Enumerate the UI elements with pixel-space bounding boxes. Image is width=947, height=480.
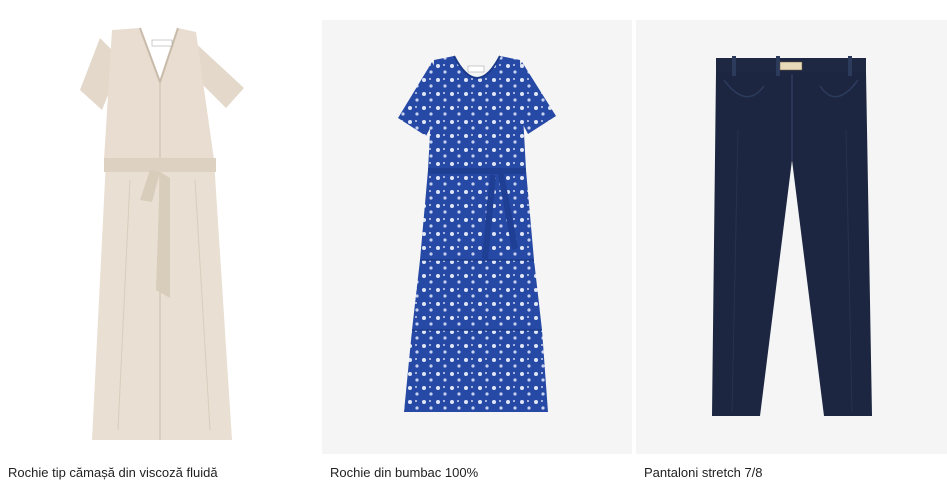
product-card[interactable]: Rochie din bumbac 100% [322, 0, 632, 480]
product-name[interactable]: Rochie tip cămașă din viscoză fluidă [8, 465, 218, 480]
product-card[interactable]: Rochie tip cămașă din viscoză fluidă [0, 0, 312, 480]
product-card[interactable]: Pantaloni stretch 7/8 [636, 0, 947, 480]
product-name[interactable]: Pantaloni stretch 7/8 [644, 465, 763, 480]
product-name[interactable]: Rochie din bumbac 100% [330, 465, 478, 480]
product-image-blue-dress[interactable] [322, 20, 632, 454]
product-image-beige-dress[interactable] [0, 0, 312, 454]
product-image-navy-trousers[interactable] [636, 20, 947, 454]
